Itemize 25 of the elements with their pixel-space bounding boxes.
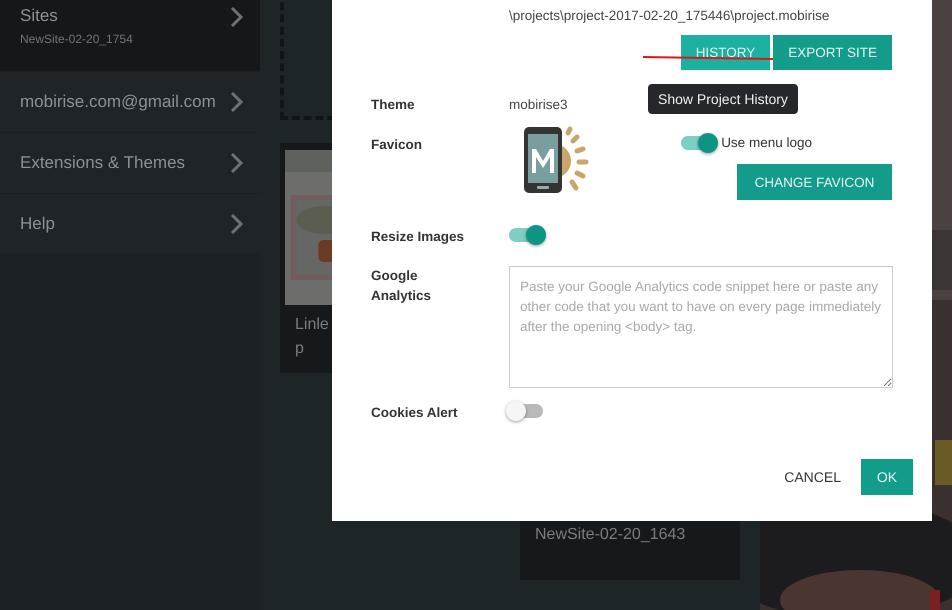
card-title: NewSite-02-20_1643: [535, 525, 686, 545]
field-label: Theme: [371, 96, 416, 114]
analytics-field[interactable]: Paste your Google Analytics code snippet here or paste any other code that you want to have on every page immediately after the opening <body> tag.: [509, 266, 893, 388]
ok-button[interactable]: OK: [861, 459, 913, 495]
field-label: Resize Images: [371, 228, 466, 246]
chevron-right-icon: [230, 6, 244, 28]
cancel-button[interactable]: CANCEL: [774, 461, 851, 493]
field-label: Google Analytics: [371, 267, 432, 305]
theme-value: mobirise3: [509, 97, 568, 112]
chevron-right-icon: [230, 152, 244, 174]
field-label: Cookies Alert: [371, 404, 459, 422]
dialog-button[interactable]: EXPORT SITE: [773, 35, 892, 70]
chevron-right-icon: [230, 91, 244, 113]
toggle-switch[interactable]: [509, 228, 543, 242]
sidebar-item[interactable]: Sites NewSite-02-20_1754: [0, 0, 260, 72]
toggle-label: Use menu logo: [721, 135, 812, 150]
field-label: Favicon: [371, 136, 424, 154]
card-title: p: [295, 339, 305, 359]
tooltip: Show Project History: [648, 84, 798, 114]
card-title: Linle: [295, 315, 330, 335]
toggle-switch[interactable]: [681, 136, 716, 150]
change-favicon-button[interactable]: CHANGE FAVICON: [737, 164, 892, 200]
toggle-switch[interactable]: [509, 404, 543, 418]
chevron-right-icon: [230, 213, 244, 235]
project-path: \projects\project-2017-02-20_175446\project.mobirise: [509, 7, 830, 25]
